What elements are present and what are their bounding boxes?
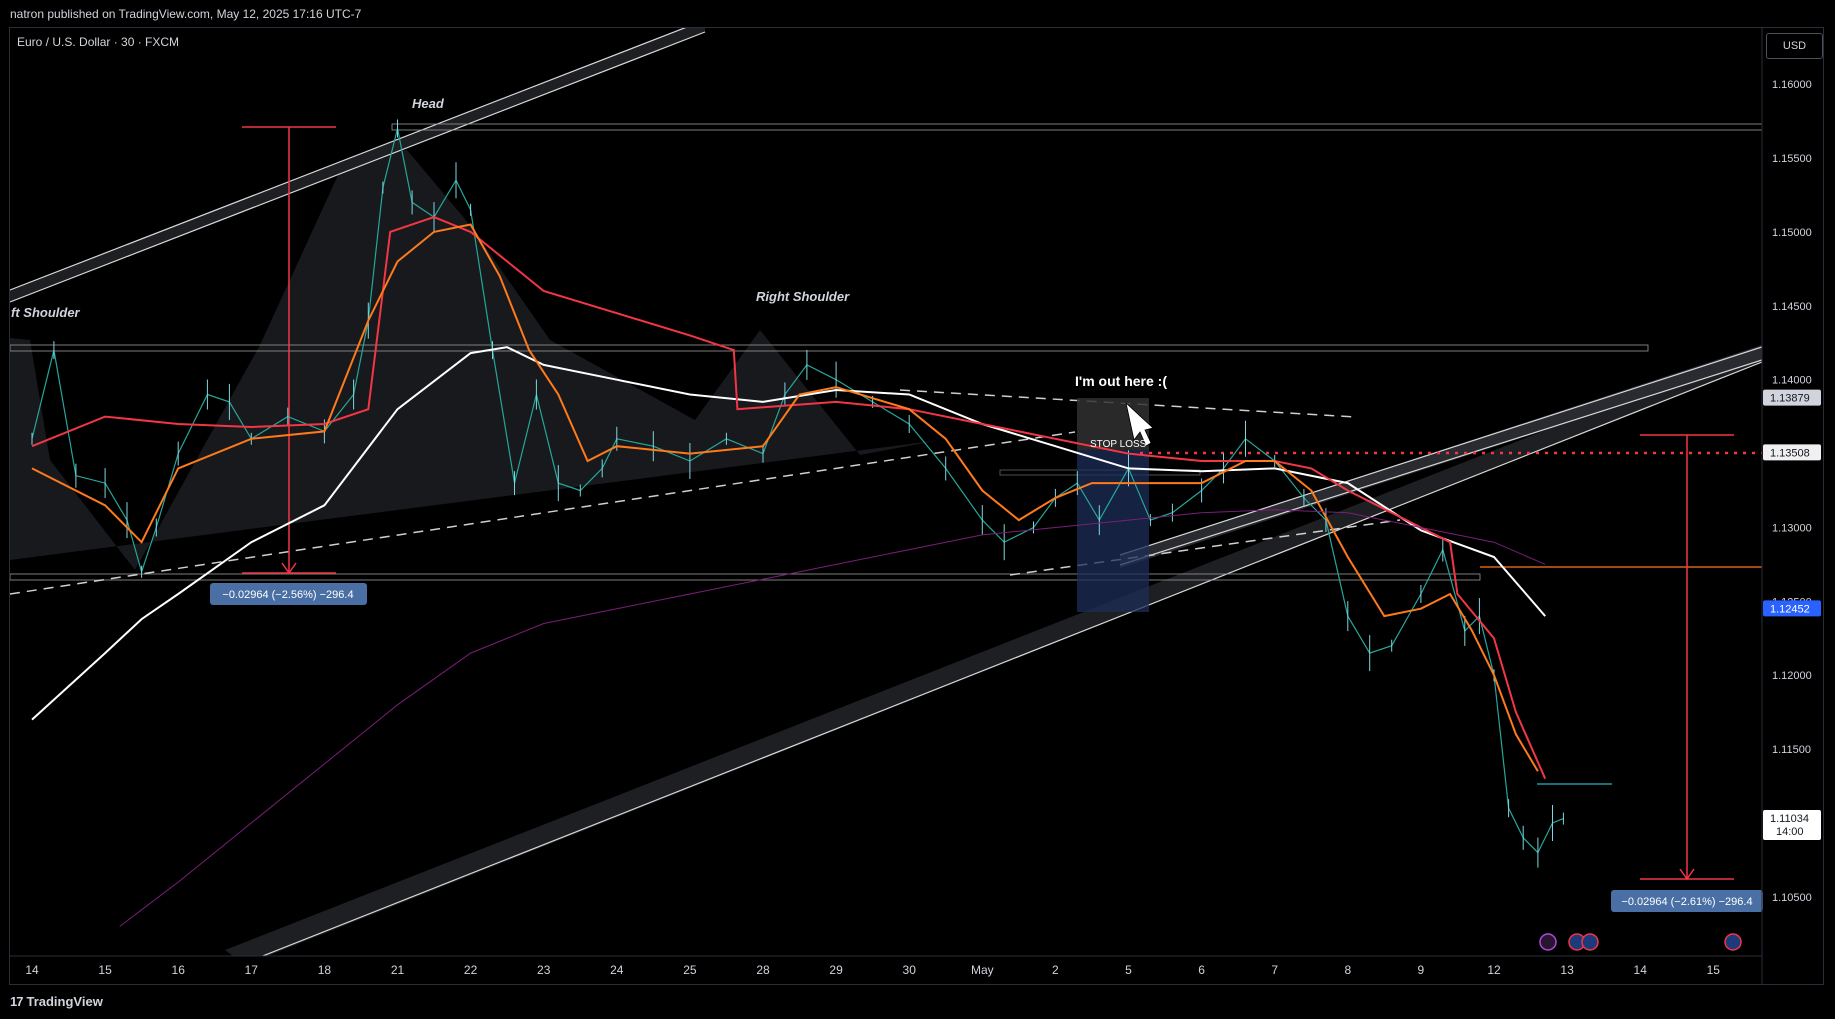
price-tag-label: 1.13508: [1770, 447, 1810, 459]
time-tick-label: 29: [829, 963, 843, 977]
rising-channel-line-b: [1119, 346, 1762, 556]
annotation-stop-loss: STOP LOSS: [1090, 439, 1147, 450]
price-tag-label: 1.13879: [1770, 393, 1810, 405]
time-tick-label: 6: [1198, 963, 1205, 977]
price-axis[interactable]: 1.16000 1.15500 1.15000 1.14500 1.14000 1.135…: [1763, 79, 1821, 904]
currency-selector[interactable]: USD: [1766, 33, 1823, 59]
time-tick-label: 15: [98, 963, 112, 977]
time-tick-label: 12: [1487, 963, 1501, 977]
price-tick-label: 1.12000: [1772, 670, 1812, 682]
price-tag-sublabel: 14:00: [1776, 826, 1804, 838]
annotation-out-here: I'm out here :(: [1075, 373, 1167, 389]
time-tick-label: 15: [1707, 963, 1721, 977]
price-tag-label: 1.12452: [1770, 603, 1810, 615]
price-tick-label: 1.16000: [1772, 79, 1812, 91]
neckline-box: [10, 344, 1649, 352]
time-tick-label: 23: [537, 963, 551, 977]
price-tick-label: 1.11500: [1772, 744, 1811, 756]
price-tick-label: 1.14000: [1772, 375, 1812, 387]
event-flash-icon[interactable]: [1539, 933, 1557, 951]
time-tick-label: 16: [172, 963, 186, 977]
symbol-title[interactable]: Euro / U.S. Dollar · 30 · FXCM: [17, 35, 179, 49]
time-tick-label: 2: [1052, 963, 1059, 977]
annotation-left-shoulder: ft Shoulder: [11, 305, 81, 320]
left-measure-label: −0.02964 (−2.56%) −296.4: [222, 589, 353, 601]
time-tick-label: 30: [903, 963, 917, 977]
event-flag-icon-2[interactable]: [1581, 933, 1599, 951]
target-box: [1077, 450, 1149, 612]
time-tick-label: 21: [391, 963, 405, 977]
time-tick-label: 14: [1634, 963, 1648, 977]
tradingview-logo[interactable]: 17 TradingView: [10, 994, 103, 1009]
price-tick-label: 1.13000: [1772, 523, 1812, 535]
price-tick-label: 1.15500: [1772, 153, 1812, 165]
head-shoulders-fill: [10, 150, 940, 570]
rising-channel-line-c: [1119, 359, 1762, 566]
tradingview-brand: TradingView: [26, 994, 103, 1009]
top-resistance-box: [391, 123, 1762, 131]
time-tick-label: 5: [1125, 963, 1132, 977]
footer: [0, 985, 1835, 1019]
annotation-head: Head: [412, 96, 445, 111]
price-tick-label: 1.10500: [1772, 892, 1812, 904]
price-tick-label: 1.15000: [1772, 227, 1812, 239]
time-tick-label: 14: [25, 963, 39, 977]
time-tick-label: 17: [245, 963, 259, 977]
time-tick-label: 25: [683, 963, 697, 977]
annotation-right-shoulder: Right Shoulder: [756, 289, 850, 304]
time-tick-label: 28: [756, 963, 770, 977]
price-tick-label: 1.14500: [1772, 301, 1812, 313]
support-box: [10, 573, 1481, 581]
time-tick-label: 9: [1418, 963, 1425, 977]
tradingview-logo-icon: 17: [10, 994, 24, 1009]
time-tick-label: 8: [1344, 963, 1351, 977]
event-icons[interactable]: [1539, 933, 1742, 951]
time-tick-label: May: [971, 963, 994, 977]
time-axis[interactable]: 14 15 16 17 18 21 22 23 24 25 28 29 30 May 2 5 6 7 8 9 12 13 1…: [25, 963, 1720, 977]
event-flag-icon-3[interactable]: [1724, 933, 1742, 951]
time-tick-label: 13: [1560, 963, 1574, 977]
right-measure-label: −0.02964 (−2.61%) −296.4: [1621, 896, 1752, 908]
time-tick-label: 18: [318, 963, 332, 977]
price-tag-label: 1.11034: [1770, 813, 1809, 825]
price-chart[interactable]: Head ft Shoulder Right Shoulder I'm out …: [0, 0, 1835, 1019]
time-tick-label: 22: [464, 963, 478, 977]
time-tick-label: 7: [1271, 963, 1278, 977]
time-tick-label: 24: [610, 963, 624, 977]
